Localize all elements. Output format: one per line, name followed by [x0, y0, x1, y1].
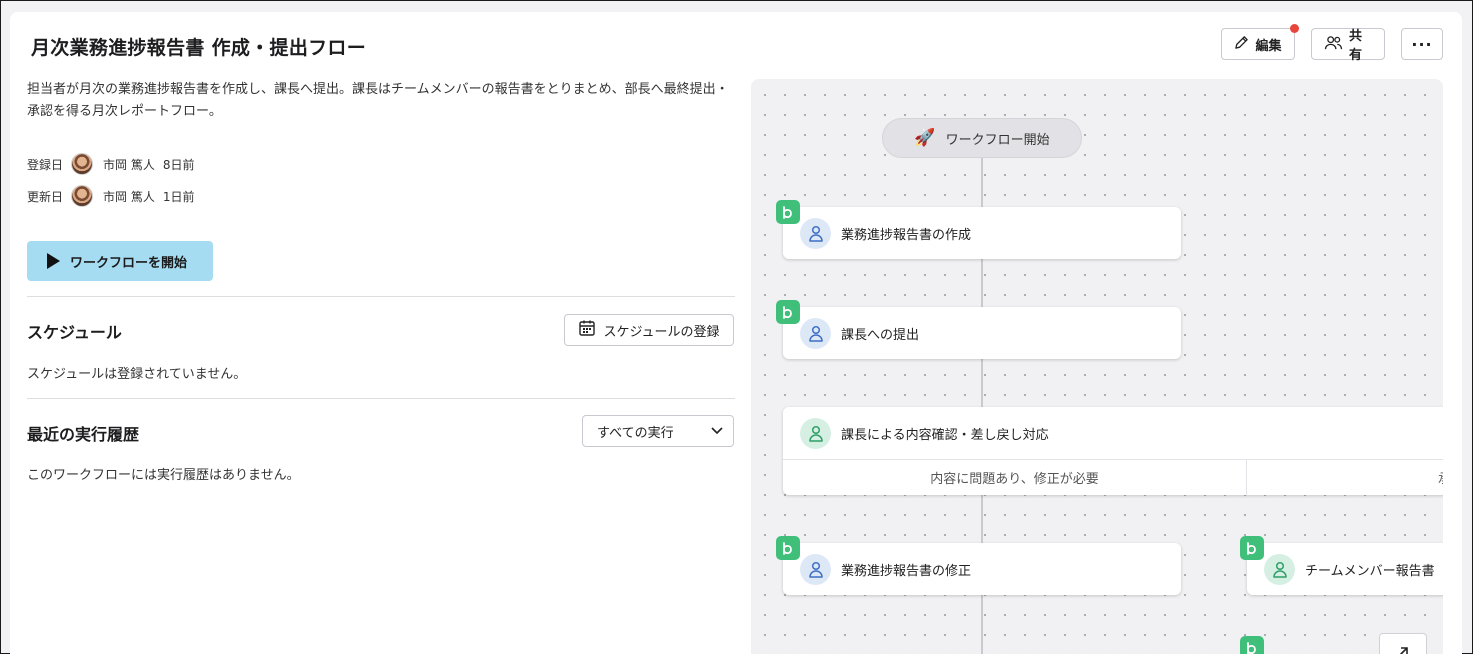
step-badge-icon	[1240, 636, 1264, 654]
workflow-start-node[interactable]: 🚀 ワークフロー開始	[882, 118, 1082, 158]
flow-node-create-report[interactable]: 業務進捗報告書の作成	[783, 207, 1181, 259]
updated-meta: 更新日 市岡 篤人 1日前	[27, 185, 194, 207]
schedule-empty-text: スケジュールは登録されていません。	[27, 367, 247, 382]
avatar	[71, 153, 93, 175]
page-title: 月次業務進捗報告書 作成・提出フロー	[31, 37, 367, 59]
updated-time: 1日前	[162, 189, 195, 204]
branch-options: 内容に問題あり、修正が必要 承	[783, 459, 1443, 495]
expand-canvas-button[interactable]	[1379, 633, 1427, 654]
flow-node-label: 課長への提出	[841, 327, 920, 343]
flow-node-manager-review[interactable]: 課長による内容確認・差し戻し対応 内容に問題あり、修正が必要 承	[783, 407, 1443, 495]
calendar-icon	[578, 319, 596, 341]
step-badge-icon	[776, 200, 800, 224]
rocket-icon: 🚀	[914, 128, 936, 148]
pencil-icon	[1234, 35, 1249, 54]
register-schedule-label: スケジュールの登録	[603, 324, 720, 340]
created-user: 市岡 篤人	[103, 157, 155, 172]
flow-node-team-reports[interactable]: チームメンバー報告書	[1247, 543, 1443, 595]
user-icon	[800, 417, 831, 449]
flow-node-label: チームメンバー報告書	[1305, 563, 1435, 579]
step-badge-icon	[776, 300, 800, 324]
flow-node-label: 課長による内容確認・差し戻し対応	[841, 427, 1049, 443]
share-label: 共有	[1349, 29, 1363, 63]
flow-node-label: 業務進捗報告書の修正	[841, 563, 972, 579]
share-button[interactable]: 共有	[1311, 28, 1385, 63]
branch-option-revise[interactable]: 内容に問題あり、修正が必要	[783, 460, 1247, 495]
updated-user: 市岡 篤人	[103, 189, 155, 204]
history-filter-value: すべての実行	[597, 425, 674, 441]
schedule-title: スケジュール	[27, 323, 122, 342]
divider	[27, 398, 735, 399]
avatar	[71, 185, 93, 207]
step-badge-icon	[776, 536, 800, 560]
play-icon	[47, 253, 60, 269]
flow-node-label: 業務進捗報告書の作成	[841, 227, 972, 243]
flow-node-submit-to-manager[interactable]: 課長への提出	[783, 307, 1181, 359]
users-icon	[1324, 35, 1343, 54]
user-icon	[800, 217, 831, 249]
workflow-start-label: ワークフロー開始	[945, 132, 1050, 148]
more-button[interactable]: ···	[1401, 28, 1443, 60]
user-icon	[1264, 553, 1295, 585]
flow-node-revise-report[interactable]: 業務進捗報告書の修正	[783, 543, 1181, 595]
top-actions: 編集 共有 ···	[1221, 24, 1443, 63]
more-icon: ···	[1411, 34, 1433, 54]
created-meta: 登録日 市岡 篤人 8日前	[27, 153, 194, 175]
created-time: 8日前	[162, 157, 195, 172]
history-filter-select[interactable]: すべての実行	[582, 415, 734, 447]
history-title: 最近の実行履歴	[27, 425, 140, 444]
notification-dot	[1290, 24, 1299, 33]
branch-option-approve[interactable]: 承	[1247, 460, 1443, 495]
arrow-up-right-icon	[1396, 644, 1410, 654]
chevron-down-icon	[711, 424, 723, 439]
edit-button[interactable]: 編集	[1221, 24, 1299, 60]
divider	[27, 296, 735, 297]
updated-label: 更新日	[27, 189, 64, 204]
user-icon	[800, 553, 831, 585]
step-badge-icon	[1240, 536, 1264, 560]
user-icon	[800, 317, 831, 349]
workflow-canvas[interactable]: 🚀 ワークフロー開始 業務進捗報告書の作成 課長への提出 課長による内容確認・差…	[751, 79, 1443, 654]
created-label: 登録日	[27, 157, 64, 172]
edit-label: 編集	[1255, 38, 1282, 54]
start-workflow-label: ワークフローを開始	[70, 255, 188, 271]
workflow-description: 担当者が月次の業務進捗報告書を作成し、課長へ提出。課長はチームメンバーの報告書を…	[27, 82, 729, 119]
register-schedule-button[interactable]: スケジュールの登録	[564, 314, 734, 346]
start-workflow-button[interactable]: ワークフローを開始	[27, 241, 213, 281]
history-empty-text: このワークフローには実行履歴はありません。	[27, 468, 300, 483]
